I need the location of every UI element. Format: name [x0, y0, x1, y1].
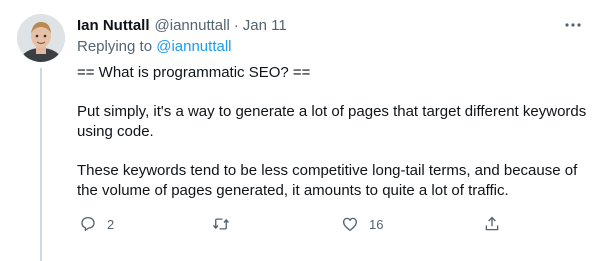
replying-to-label: Replying to [77, 38, 153, 55]
author-handle[interactable]: @iannuttall [155, 17, 230, 34]
reply-icon [81, 216, 95, 232]
more-icon [565, 23, 581, 27]
reply-count: 2 [107, 216, 115, 232]
retweet-icon [212, 218, 230, 230]
author-name[interactable]: Ian Nuttall [77, 17, 150, 34]
thread-connector-line [40, 68, 42, 261]
tweet[interactable]: Ian Nuttall @iannuttall · Jan 11 Replyin… [0, 0, 614, 261]
tweet-actions: 2 16 [77, 210, 507, 238]
retweet-button[interactable] [212, 210, 230, 238]
tweet-date[interactable]: Jan 11 [243, 17, 287, 34]
avatar-image [17, 14, 65, 62]
tweet-paragraph: These keywords tend to be less competiti… [77, 162, 578, 199]
header-separator: · [233, 16, 239, 34]
replying-to-mention[interactable]: @iannuttall [156, 38, 231, 55]
like-button[interactable]: 16 [341, 210, 383, 238]
avatar[interactable] [17, 14, 65, 62]
replying-to-line: Replying to @iannuttall [77, 38, 232, 55]
tweet-paragraph: Put simply, it's a way to generate a lot… [77, 103, 587, 140]
heart-icon [342, 217, 358, 232]
tweet-header: Ian Nuttall @iannuttall · Jan 11 [77, 14, 287, 36]
tweet-paragraph: == What is programmatic SEO? == [77, 64, 311, 81]
share-icon [485, 216, 499, 231]
reply-button[interactable]: 2 [79, 210, 114, 238]
more-options-button[interactable] [562, 14, 584, 36]
share-button[interactable] [483, 210, 501, 238]
tweet-text: == What is programmatic SEO? == Put simp… [77, 63, 592, 201]
like-count: 16 [369, 216, 384, 232]
